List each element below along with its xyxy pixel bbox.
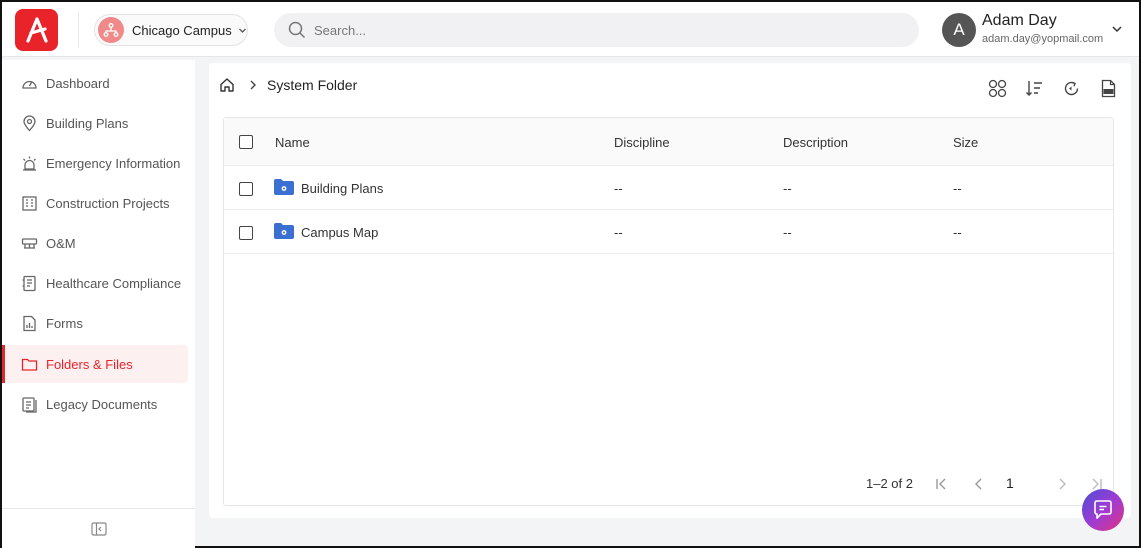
header-divider: [78, 12, 79, 48]
sidebar-item-emergency-information[interactable]: Emergency Information: [6, 144, 188, 182]
search-icon: [288, 21, 306, 39]
previous-page-button[interactable]: [970, 475, 988, 493]
folder-icon: [274, 179, 294, 195]
campus-name: Chicago Campus: [132, 22, 232, 38]
sidebar-item-om[interactable]: O&M: [6, 224, 188, 262]
siren-icon: [20, 154, 38, 172]
grid-view-button[interactable]: [986, 77, 1008, 99]
table-row[interactable]: Building Plans -- -- --: [224, 166, 1113, 210]
current-page-number[interactable]: 1: [1006, 475, 1014, 491]
pagination: 1–2 of 2 1: [224, 472, 1113, 498]
chat-icon: [1094, 500, 1112, 519]
row-checkbox[interactable]: [239, 182, 253, 196]
first-page-icon: [936, 478, 946, 490]
first-page-button[interactable]: [933, 475, 951, 493]
row-name[interactable]: Building Plans: [301, 181, 383, 196]
sidebar-item-label: Dashboard: [46, 75, 110, 91]
sort-button[interactable]: [1023, 77, 1045, 99]
app-logo[interactable]: [15, 9, 58, 51]
sidebar-item-label: Emergency Information: [46, 155, 181, 171]
pagination-range: 1–2 of 2: [866, 476, 913, 491]
home-icon[interactable]: [219, 77, 235, 93]
column-header-description[interactable]: Description: [783, 135, 848, 150]
column-header-discipline[interactable]: Discipline: [614, 135, 670, 150]
column-header-size[interactable]: Size: [953, 135, 978, 150]
folder-icon: [20, 355, 38, 373]
sidebar-item-label: Healthcare Compliance: [46, 275, 182, 291]
refresh-icon: [1064, 81, 1078, 95]
building-icon: [20, 194, 38, 212]
equipment-icon: [20, 234, 38, 252]
main-content: System Folder Name Discipline Descriptio…: [209, 63, 1131, 518]
sidebar-item-construction-projects[interactable]: Construction Projects: [6, 184, 188, 222]
top-header: Chicago Campus A Adam Day adam.day@yopma…: [2, 2, 1139, 57]
search-input[interactable]: [314, 22, 874, 38]
row-discipline: --: [614, 181, 623, 196]
sidebar-item-legacy-documents[interactable]: Legacy Documents: [6, 385, 188, 423]
row-size: --: [953, 181, 962, 196]
row-description: --: [783, 181, 792, 196]
sidebar-footer: [2, 508, 195, 548]
sidebar-item-healthcare-compliance[interactable]: Healthcare Compliance: [6, 264, 188, 302]
sort-icon: [1025, 80, 1042, 96]
select-all-checkbox[interactable]: [239, 135, 253, 149]
sidebar-item-forms[interactable]: Forms: [6, 304, 188, 342]
export-xls-button[interactable]: [1097, 77, 1119, 99]
gauge-icon: [20, 74, 38, 92]
row-discipline: --: [614, 225, 623, 240]
campus-avatar: [98, 17, 124, 43]
user-menu-chevron-icon[interactable]: [1111, 23, 1123, 35]
row-name[interactable]: Campus Map: [301, 225, 378, 240]
chevron-down-icon: [238, 28, 246, 33]
toolbar: [971, 77, 1119, 99]
chevron-right-icon: [250, 80, 256, 90]
sidebar-item-label: O&M: [46, 235, 76, 251]
sidebar-item-building-plans[interactable]: Building Plans: [6, 104, 188, 142]
grid-icon: [988, 79, 1006, 97]
logo-icon: [25, 17, 48, 43]
campus-network-icon: [103, 23, 119, 37]
sidebar-item-label: Forms: [46, 315, 83, 331]
user-email: adam.day@yopmail.com: [982, 33, 1104, 45]
chevron-left-icon: [975, 478, 982, 490]
sidebar-item-label: Building Plans: [46, 115, 129, 131]
search-bar[interactable]: [274, 13, 919, 47]
collapse-sidebar-icon[interactable]: [90, 521, 107, 536]
xls-file-icon: [1101, 79, 1115, 97]
row-description: --: [783, 225, 792, 240]
row-size: --: [953, 225, 962, 240]
chat-support-button[interactable]: [1082, 489, 1124, 531]
sidebar-item-dashboard[interactable]: Dashboard: [6, 64, 188, 102]
breadcrumb: System Folder: [219, 77, 357, 93]
form-icon: [20, 314, 38, 332]
chevron-right-icon: [1059, 478, 1066, 490]
breadcrumb-current: System Folder: [267, 77, 358, 93]
refresh-button[interactable]: [1060, 77, 1082, 99]
folder-icon: [274, 223, 294, 239]
table-row[interactable]: Campus Map -- -- --: [224, 210, 1113, 254]
table-header: Name Discipline Description Size: [224, 118, 1113, 166]
sidebar-item-label: Legacy Documents: [46, 396, 158, 412]
column-header-name[interactable]: Name: [275, 135, 310, 150]
files-table: Name Discipline Description Size Buildin…: [223, 117, 1114, 506]
user-avatar[interactable]: A: [942, 13, 976, 47]
sidebar-item-folders-files[interactable]: Folders & Files: [2, 345, 188, 383]
sidebar: Dashboard Building Plans Emergency Infor…: [2, 60, 195, 548]
user-name: Adam Day: [982, 12, 1057, 29]
documents-icon: [20, 395, 38, 413]
map-pin-icon: [20, 114, 38, 132]
campus-selector[interactable]: Chicago Campus: [94, 14, 248, 46]
sidebar-item-label: Construction Projects: [46, 195, 170, 211]
next-page-button[interactable]: [1053, 475, 1071, 493]
notebook-icon: [20, 274, 38, 292]
row-checkbox[interactable]: [239, 226, 253, 240]
sidebar-item-label: Folders & Files: [46, 356, 133, 372]
